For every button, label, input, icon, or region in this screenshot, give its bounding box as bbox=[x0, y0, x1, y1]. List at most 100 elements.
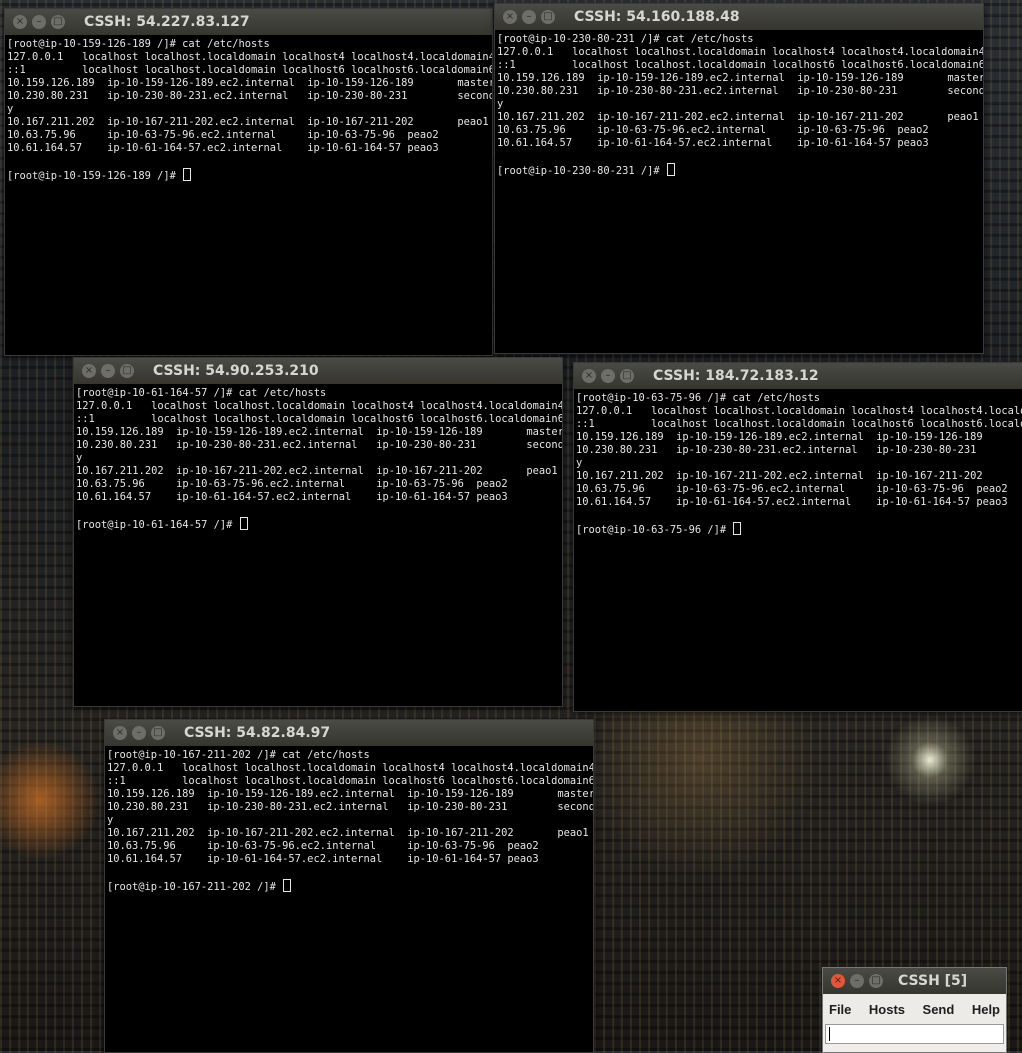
terminal-cursor bbox=[733, 522, 742, 535]
terminal-line: y bbox=[76, 452, 83, 464]
window-title: CSSH: 54.227.83.127 bbox=[84, 14, 250, 30]
terminal-line: 127.0.0.1 localhost localhost.localdomai… bbox=[497, 46, 983, 58]
terminal-line: [root@ip-10-61-164-57 /]# bbox=[76, 517, 560, 532]
window-title: CSSH [5] bbox=[898, 973, 968, 989]
minimize-icon[interactable]: – bbox=[32, 15, 46, 29]
terminal-line: 10.167.211.202 ip-10-167-211-202.ec2.int… bbox=[7, 116, 489, 128]
terminal-titlebar[interactable]: × – □ CSSH: 54.90.253.210 bbox=[74, 358, 562, 384]
terminal-line: ::1 localhost localhost.localdomain loca… bbox=[76, 413, 562, 425]
window-title: CSSH: 184.72.183.12 bbox=[653, 368, 819, 384]
terminal-output[interactable]: [root@ip-10-63-75-96 /]# cat /etc/hosts 1… bbox=[574, 389, 1022, 537]
terminal-line: ::1 localhost localhost.localdomain loca… bbox=[497, 59, 983, 71]
terminal-output[interactable]: [root@ip-10-230-80-231 /]# cat /etc/host… bbox=[495, 30, 983, 178]
terminal-cursor bbox=[666, 163, 675, 176]
window-title: CSSH: 54.160.188.48 bbox=[574, 9, 740, 25]
terminal-line: 10.159.126.189 ip-10-159-126-189.ec2.int… bbox=[107, 788, 593, 800]
terminal-line: 10.230.80.231 ip-10-230-80-231.ec2.inter… bbox=[576, 444, 977, 456]
terminal-titlebar[interactable]: × – □ CSSH: 184.72.183.12 bbox=[574, 363, 1022, 389]
terminal-cursor bbox=[183, 168, 192, 181]
terminal-line: 10.61.164.57 ip-10-61-164-57.ec2.interna… bbox=[497, 137, 929, 149]
terminal-titlebar[interactable]: × – □ CSSH: 54.82.84.97 bbox=[105, 720, 593, 746]
minimize-icon[interactable]: – bbox=[601, 369, 615, 383]
terminal-window-3[interactable]: × – □ CSSH: 54.90.253.210 [root@ip-10-61… bbox=[73, 357, 563, 707]
terminal-output[interactable]: [root@ip-10-61-164-57 /]# cat /etc/hosts… bbox=[74, 384, 562, 532]
terminal-line: 10.159.126.189 ip-10-159-126-189.ec2.int… bbox=[76, 426, 562, 438]
terminal-window-1[interactable]: × – □ CSSH: 54.227.83.127 [root@ip-10-15… bbox=[4, 8, 493, 356]
terminal-output[interactable]: [root@ip-10-167-211-202 /]# cat /etc/hos… bbox=[105, 746, 593, 894]
text-caret bbox=[829, 1027, 830, 1041]
terminal-output[interactable]: [root@ip-10-159-126-189 /]# cat /etc/hos… bbox=[5, 35, 492, 183]
maximize-icon[interactable]: □ bbox=[620, 369, 634, 383]
minimize-icon[interactable]: – bbox=[101, 364, 115, 378]
terminal-line: [root@ip-10-230-80-231 /]# bbox=[497, 163, 981, 178]
terminal-window-4[interactable]: × – □ CSSH: 184.72.183.12 [root@ip-10-63… bbox=[573, 362, 1022, 712]
terminal-line: y bbox=[497, 98, 504, 110]
terminal-line: [root@ip-10-230-80-231 /]# cat /etc/host… bbox=[497, 33, 754, 45]
terminal-line: 10.167.211.202 ip-10-167-211-202.ec2.int… bbox=[497, 111, 979, 123]
terminal-line: 10.61.164.57 ip-10-61-164-57.ec2.interna… bbox=[107, 853, 539, 865]
terminal-titlebar[interactable]: × – □ CSSH: 54.160.188.48 bbox=[495, 4, 983, 30]
terminal-line: ::1 localhost localhost.localdomain loca… bbox=[7, 64, 492, 76]
close-icon[interactable]: × bbox=[82, 364, 96, 378]
menu-hosts[interactable]: Hosts bbox=[869, 1002, 905, 1017]
close-icon[interactable]: × bbox=[13, 15, 27, 29]
controller-titlebar[interactable]: × – □ CSSH [5] bbox=[823, 968, 1006, 994]
minimize-icon[interactable]: – bbox=[850, 974, 864, 988]
menu-send[interactable]: Send bbox=[923, 1002, 955, 1017]
terminal-titlebar[interactable]: × – □ CSSH: 54.227.83.127 bbox=[5, 9, 492, 35]
terminal-line: ::1 localhost localhost.localdomain loca… bbox=[576, 418, 1022, 430]
terminal-line: 10.230.80.231 ip-10-230-80-231.ec2.inter… bbox=[7, 90, 492, 102]
maximize-icon[interactable]: □ bbox=[151, 726, 165, 740]
terminal-line: 10.63.75.96 ip-10-63-75-96.ec2.internal … bbox=[76, 478, 508, 490]
terminal-line: 10.63.75.96 ip-10-63-75-96.ec2.internal … bbox=[107, 840, 539, 852]
terminal-cursor bbox=[239, 517, 248, 530]
terminal-window-2[interactable]: × – □ CSSH: 54.160.188.48 [root@ip-10-23… bbox=[494, 3, 984, 354]
maximize-icon[interactable]: □ bbox=[51, 15, 65, 29]
terminal-line: [root@ip-10-63-75-96 /]# bbox=[576, 522, 1021, 537]
terminal-line: 10.230.80.231 ip-10-230-80-231.ec2.inter… bbox=[497, 85, 983, 97]
menu-help[interactable]: Help bbox=[972, 1002, 1000, 1017]
cssh-controller-window[interactable]: × – □ CSSH [5] File Hosts Send Help bbox=[822, 967, 1007, 1053]
terminal-line: 10.63.75.96 ip-10-63-75-96.ec2.internal … bbox=[7, 129, 439, 141]
close-icon[interactable]: × bbox=[113, 726, 127, 740]
terminal-line: 10.230.80.231 ip-10-230-80-231.ec2.inter… bbox=[107, 801, 593, 813]
minimize-icon[interactable]: – bbox=[132, 726, 146, 740]
close-icon[interactable]: × bbox=[582, 369, 596, 383]
terminal-line: 127.0.0.1 localhost localhost.localdomai… bbox=[107, 762, 593, 774]
terminal-line: 10.167.211.202 ip-10-167-211-202.ec2.int… bbox=[576, 470, 1022, 482]
window-title: CSSH: 54.82.84.97 bbox=[184, 725, 331, 741]
terminal-line: 10.61.164.57 ip-10-61-164-57.ec2.interna… bbox=[76, 491, 508, 503]
menu-bar: File Hosts Send Help bbox=[823, 994, 1006, 1024]
close-icon[interactable]: × bbox=[503, 10, 517, 24]
terminal-line: 127.0.0.1 localhost localhost.localdomai… bbox=[76, 400, 562, 412]
terminal-window-5[interactable]: × – □ CSSH: 54.82.84.97 [root@ip-10-167-… bbox=[104, 719, 594, 1053]
terminal-line: 10.159.126.189 ip-10-159-126-189.ec2.int… bbox=[576, 431, 1022, 443]
terminal-line: [root@ip-10-159-126-189 /]# cat /etc/hos… bbox=[7, 38, 270, 50]
terminal-line: 10.61.164.57 ip-10-61-164-57.ec2.interna… bbox=[7, 142, 439, 154]
terminal-line: 10.159.126.189 ip-10-159-126-189.ec2.int… bbox=[7, 77, 492, 89]
terminal-line: y bbox=[7, 103, 14, 115]
menu-file[interactable]: File bbox=[829, 1002, 851, 1017]
window-title: CSSH: 54.90.253.210 bbox=[153, 363, 319, 379]
maximize-icon[interactable]: □ bbox=[541, 10, 555, 24]
terminal-line: ::1 localhost localhost.localdomain loca… bbox=[107, 775, 593, 787]
maximize-icon[interactable]: □ bbox=[120, 364, 134, 378]
terminal-line: 10.230.80.231 ip-10-230-80-231.ec2.inter… bbox=[76, 439, 562, 451]
broadcast-input[interactable] bbox=[825, 1024, 1004, 1044]
minimize-icon[interactable]: – bbox=[522, 10, 536, 24]
terminal-line: 10.159.126.189 ip-10-159-126-189.ec2.int… bbox=[497, 72, 983, 84]
terminal-line: [root@ip-10-167-211-202 /]# bbox=[107, 879, 591, 894]
terminal-line: y bbox=[576, 457, 583, 469]
terminal-line: [root@ip-10-159-126-189 /]# bbox=[7, 168, 490, 183]
terminal-line: 10.167.211.202 ip-10-167-211-202.ec2.int… bbox=[76, 465, 558, 477]
terminal-line: 127.0.0.1 localhost localhost.localdomai… bbox=[7, 51, 492, 63]
close-icon[interactable]: × bbox=[831, 974, 845, 988]
terminal-line: [root@ip-10-61-164-57 /]# cat /etc/hosts bbox=[76, 387, 327, 399]
maximize-icon[interactable]: □ bbox=[869, 974, 883, 988]
terminal-line: [root@ip-10-167-211-202 /]# cat /etc/hos… bbox=[107, 749, 370, 761]
